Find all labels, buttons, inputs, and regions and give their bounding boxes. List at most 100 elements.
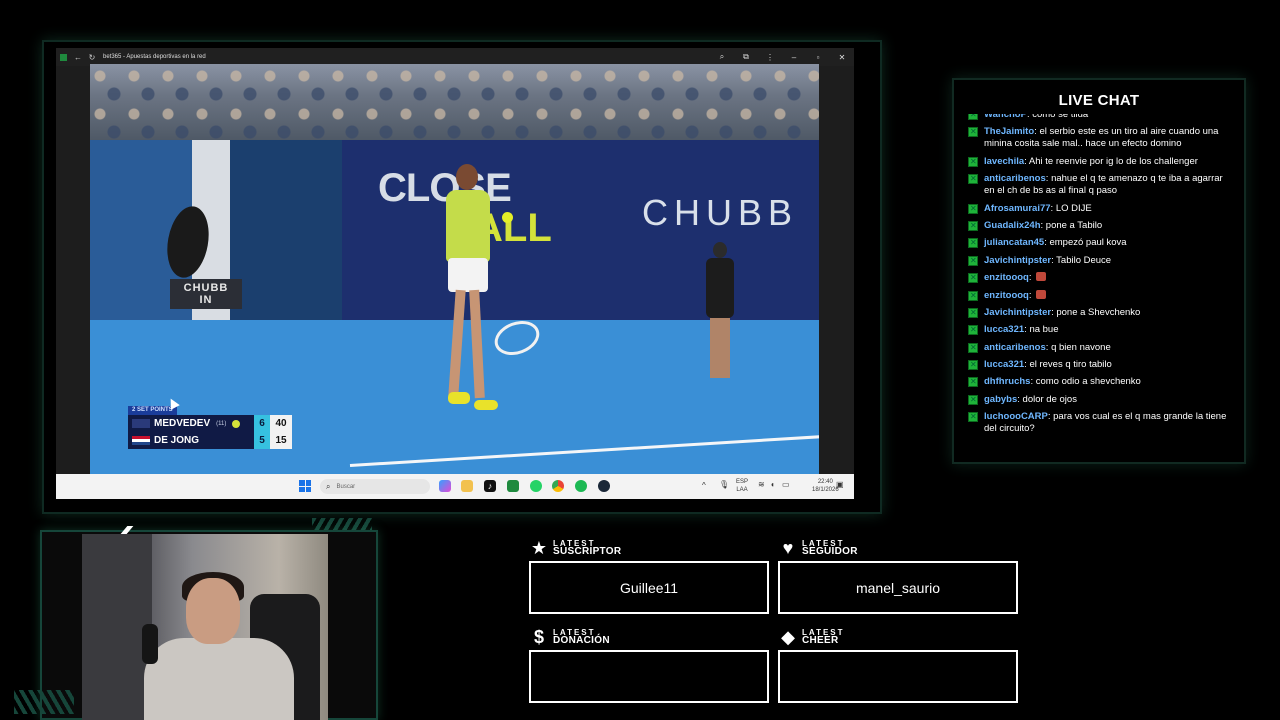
webcam-deco-stripes-bottom: [14, 690, 74, 714]
chat-username[interactable]: dhfhruchs: [984, 376, 1030, 387]
live-chat-title: LIVE CHAT: [1058, 92, 1140, 109]
microphone-stand: [142, 624, 158, 664]
chat-username[interactable]: anticaribenos: [984, 173, 1046, 184]
taskbar-clock[interactable]: 22:40 18/1/2026: [812, 478, 839, 494]
player1-sets: 6: [254, 415, 270, 432]
latest-suscriptor-value: Guillee11: [529, 561, 769, 614]
tray-chevron-icon[interactable]: ^: [702, 482, 706, 490]
volume-icon[interactable]: ◖: [770, 481, 775, 489]
battery-icon[interactable]: ▭: [782, 481, 790, 489]
subscriber-badge-icon: [968, 237, 978, 249]
latest-suscriptor-label: SUSCRIPTOR: [553, 546, 622, 557]
sign-top-text: CHUBB: [183, 282, 229, 294]
whatsapp-icon[interactable]: [530, 480, 542, 492]
chat-message: lavechila: Ahi te reenvie por ig lo de l…: [968, 156, 1234, 168]
subscriber-badge-icon: [968, 290, 978, 302]
player2-name: DE JONG: [154, 435, 200, 446]
scoreboard-row-player2: DE JONG 5 15: [128, 432, 292, 449]
player1-seed: (11): [216, 420, 227, 427]
ball-kid: [700, 242, 742, 392]
browser-tab-title: bet365 - Apuestas deportivas en la red: [103, 54, 206, 60]
chat-message: Javichintipster: Tabilo Deuce: [968, 255, 1234, 267]
wifi-icon[interactable]: ≋: [758, 481, 765, 489]
chat-message: Javichintipster: pone a Shevchenko: [968, 307, 1234, 319]
chat-message: luchoooCARP: para vos cual es el q mas g…: [968, 411, 1234, 435]
chat-username[interactable]: lucca321: [984, 324, 1024, 335]
stream-overlay: ← ↻ bet365 - Apuestas deportivas en la r…: [0, 0, 1280, 720]
chat-message: Afrosamurai77: LO DIJE: [968, 203, 1234, 215]
star-icon: ★: [530, 538, 548, 558]
heart-icon: ♥: [782, 538, 794, 558]
subscriber-badge-icon: [968, 307, 978, 319]
serve-indicator-icon: [232, 419, 241, 428]
subscriber-badge-icon: [968, 411, 978, 423]
bet365-app-icon[interactable]: [507, 480, 519, 492]
scoreboard-row-player1: MEDVEDEV (11) 6 40: [128, 415, 292, 432]
chat-username[interactable]: Guadalix24h: [984, 220, 1041, 231]
tennis-video-player[interactable]: CHUBB IN CLOSE ALL CHUBB 2 SET POINTS ME…: [90, 64, 819, 474]
chat-username[interactable]: Afrosamurai77: [984, 203, 1051, 214]
ad-chubb-text: CHUBB: [642, 192, 799, 233]
minimize-button[interactable]: –: [782, 53, 806, 62]
chat-message: lucca321: el reves q tiro tabilo: [968, 359, 1234, 371]
chat-message: anticaribenos: q bien navone: [968, 342, 1234, 354]
chat-username[interactable]: WanchoP: [984, 114, 1027, 120]
chat-message: WanchoP: como se tilda: [968, 114, 1234, 121]
back-arrow-icon[interactable]: ←: [71, 48, 85, 66]
file-explorer-icon[interactable]: [461, 480, 473, 492]
subscriber-badge-icon: [968, 220, 978, 232]
flag-netherlands-icon: [132, 436, 150, 445]
subscriber-badge-icon: [968, 156, 978, 168]
dollar-icon: $: [533, 627, 544, 647]
maximize-button[interactable]: ▫: [806, 53, 830, 62]
more-menu-icon[interactable]: ⋮: [758, 53, 782, 62]
player1-points: 40: [270, 415, 292, 432]
language-indicator[interactable]: ESP LAA: [736, 478, 748, 494]
chat-text: pone a Shevchenko: [1056, 306, 1141, 318]
steam-icon[interactable]: [598, 480, 610, 492]
windows-start-icon[interactable]: [299, 480, 311, 492]
subscriber-badge-icon: [968, 203, 978, 215]
subscriber-badge-icon: [968, 376, 978, 388]
chat-username[interactable]: juliancatan45: [984, 237, 1044, 248]
latest-seguidor-value: manel_saurio: [778, 561, 1018, 614]
chat-username[interactable]: gabybs: [984, 394, 1017, 405]
webcam-feed: [82, 534, 328, 720]
latest-cheer-value: [778, 650, 1018, 703]
chat-message: gabybs: dolor de ojos: [968, 394, 1234, 406]
chat-username[interactable]: lucca321: [984, 359, 1024, 370]
tiktok-icon[interactable]: ♪: [484, 480, 496, 492]
chubb-in-sign: CHUBB IN: [170, 279, 242, 309]
chat-username[interactable]: anticaribenos: [984, 342, 1046, 353]
chat-message: dhfhruchs: como odio a shevchenko: [968, 376, 1234, 388]
search-icon[interactable]: ⌕: [710, 52, 734, 62]
extensions-icon[interactable]: ⧉: [734, 52, 758, 62]
spotify-icon[interactable]: [575, 480, 587, 492]
windows-taskbar: ⌕ Buscar ♪ ^ 🎙︎ ESP LAA ≋ ◖ ▭ 22:40 18/1…: [56, 474, 854, 499]
chat-username[interactable]: Javichintipster: [984, 307, 1051, 318]
browser-window: ← ↻ bet365 - Apuestas deportivas en la r…: [56, 48, 854, 499]
subscriber-badge-icon: [968, 255, 978, 267]
search-icon: ⌕: [326, 481, 331, 491]
copilot-icon[interactable]: [439, 480, 451, 492]
chat-message: lucca321: na bue: [968, 324, 1234, 336]
chat-username[interactable]: lavechila: [984, 156, 1024, 167]
player2-sets: 5: [254, 432, 270, 449]
subscriber-badge-icon: [968, 126, 978, 138]
chat-username[interactable]: luchoooCARP: [984, 411, 1048, 422]
chat-message: enzitoooq:: [968, 289, 1234, 302]
close-button[interactable]: ✕: [830, 53, 854, 62]
chat-text: como se tilda: [1032, 114, 1089, 120]
chat-message: Guadalix24h: pone a Tabilo: [968, 220, 1234, 232]
diamond-icon: ◆: [781, 627, 795, 647]
chat-text: q bien navone: [1051, 341, 1111, 353]
live-chat-messages[interactable]: WanchoP: como se tilda TheJaimito: el ser…: [968, 114, 1234, 454]
notifications-icon[interactable]: ▣: [836, 481, 844, 489]
chat-username[interactable]: enzitoooq: [984, 272, 1029, 283]
chrome-icon[interactable]: [552, 480, 564, 492]
microphone-icon[interactable]: 🎙︎: [719, 481, 729, 489]
chat-username[interactable]: Javichintipster: [984, 255, 1051, 266]
chat-username[interactable]: TheJaimito: [984, 126, 1034, 137]
taskbar-search-input[interactable]: ⌕ Buscar: [320, 479, 430, 494]
chat-username[interactable]: enzitoooq: [984, 290, 1029, 301]
